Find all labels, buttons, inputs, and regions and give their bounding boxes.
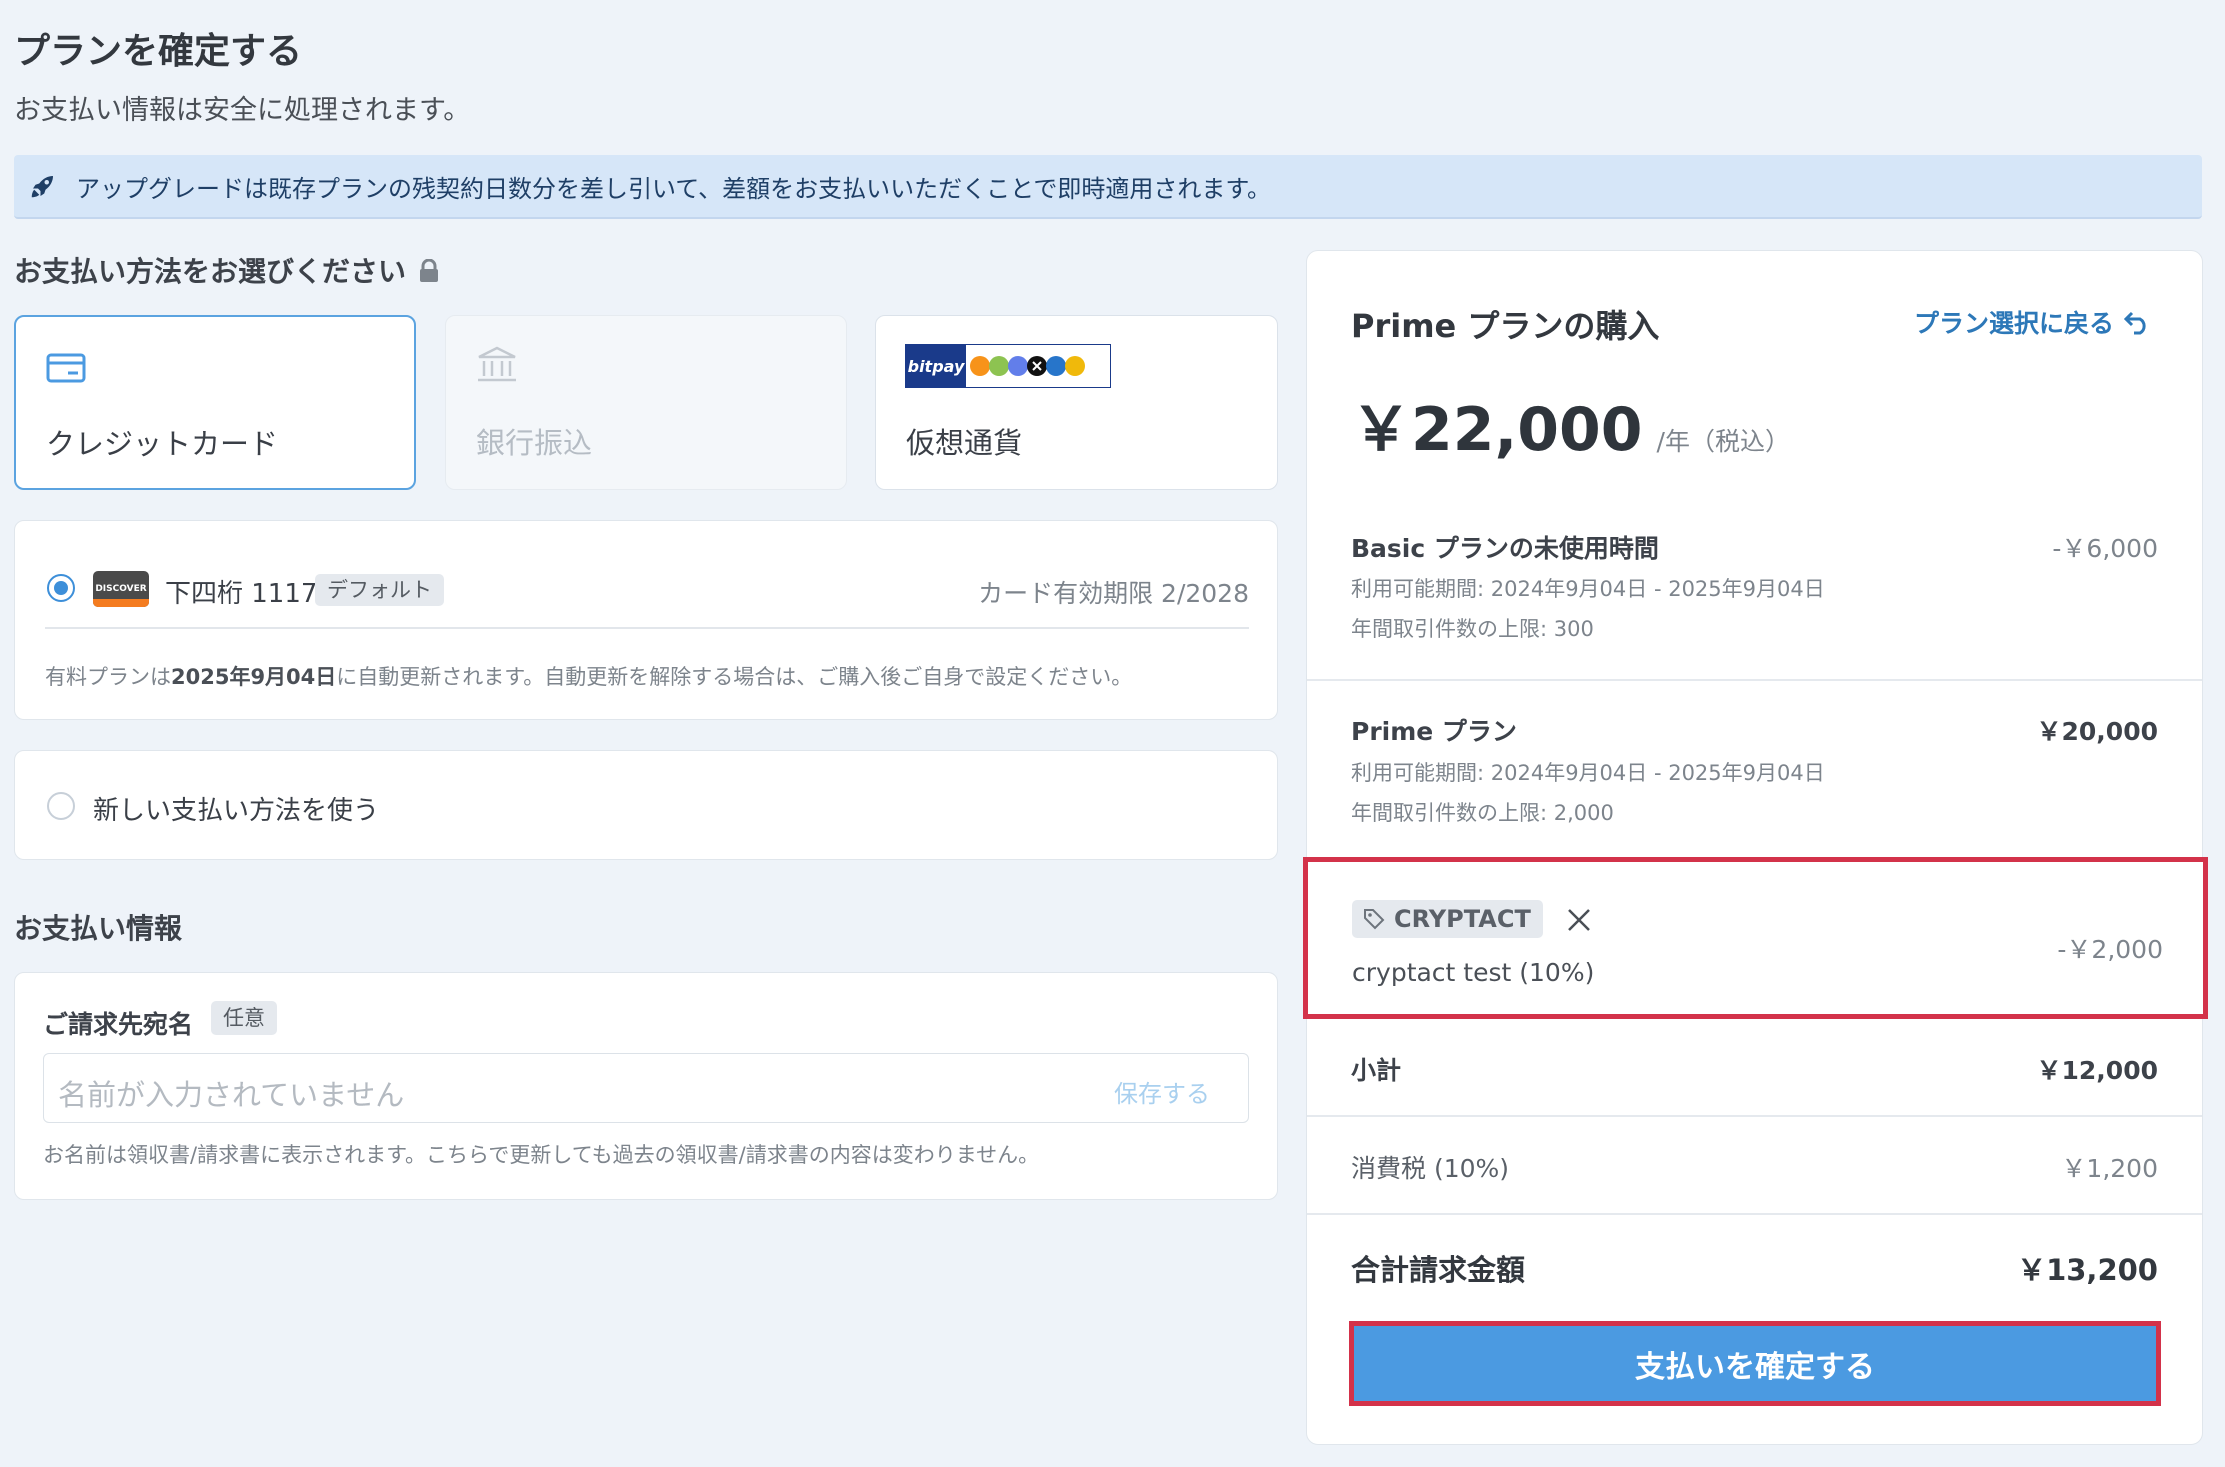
basic-unused-limit: 年間取引件数の上限: 300 [1351, 617, 1594, 641]
bank-icon [478, 346, 516, 382]
auto-renew-prefix: 有料プランは [45, 665, 171, 689]
prime-plan-name: Prime プラン [1351, 717, 1517, 746]
confirm-payment-button[interactable]: 支払いを確定する [1349, 1321, 2161, 1406]
tax-label: 消費税 (10%) [1351, 1154, 1510, 1183]
plan-price-amount: ￥22,000 [1351, 395, 1643, 465]
optional-badge: 任意 [211, 1001, 277, 1035]
page-subtitle: お支払い情報は安全に処理されます。 [14, 95, 471, 126]
saved-card-radio[interactable] [47, 574, 75, 602]
default-badge: デフォルト [315, 574, 444, 606]
subtotal-label: 小計 [1351, 1056, 1402, 1085]
payment-method-title-text: お支払い方法をお選びください [14, 255, 407, 288]
method-bank-transfer: 銀行振込 [445, 315, 847, 490]
notice-text: アップグレードは既存プランの残契約日数分を差し引いて、差額をお支払いいただくこと… [76, 174, 1271, 203]
card-brand: DISCOVER [95, 584, 147, 594]
billing-name-input[interactable]: 名前が入力されていません 保存する [43, 1053, 1249, 1123]
plan-price: ￥22,000 /年（税込） [1351, 381, 1790, 468]
billing-name-placeholder: 名前が入力されていません [58, 1078, 405, 1112]
coupon-amount: -￥2,000 [2057, 935, 2163, 964]
card-divider [45, 627, 1249, 629]
tag-icon [1364, 909, 1385, 930]
prime-plan-limit: 年間取引件数の上限: 2,000 [1351, 801, 1614, 825]
credit-card-icon [46, 353, 86, 383]
upgrade-notice: アップグレードは既存プランの残契約日数分を差し引いて、差額をお支払いいただくこと… [14, 155, 2202, 219]
billing-help-text: お名前は領収書/請求書に表示されます。こちらで更新しても過去の領収書/請求書の内… [43, 1143, 1040, 1167]
card-last4: 下四桁 1117 [165, 579, 318, 609]
method-crypto[interactable]: bitpay 仮想通貨 [875, 315, 1278, 490]
remove-coupon-icon[interactable] [1566, 907, 1592, 933]
summary-divider-2 [1307, 1115, 2202, 1117]
payment-method-section-title: お支払い方法をお選びください [14, 250, 440, 290]
method-credit-card-label: クレジットカード [46, 427, 279, 461]
bitpay-logo-text: bitpay [906, 345, 966, 387]
back-to-plans-link[interactable]: プラン選択に戻る [1914, 304, 2152, 340]
method-bank-transfer-label: 銀行振込 [476, 426, 593, 460]
basic-unused-name: Basic プランの未使用時間 [1351, 534, 1659, 563]
saved-card-panel: DISCOVER 下四桁 1117 デフォルト カード有効期限 2/2028 有… [14, 520, 1278, 720]
lock-icon [418, 257, 440, 282]
new-method-radio[interactable] [47, 792, 75, 820]
discover-card-icon: DISCOVER [93, 571, 149, 607]
coupon-tag: CRYPTACT [1352, 900, 1543, 938]
rocket-icon [31, 176, 53, 198]
coupon-code: CRYPTACT [1394, 905, 1531, 933]
back-to-plans-label: プラン選択に戻る [1913, 309, 2114, 338]
bitpay-logo: bitpay [905, 344, 1111, 388]
card-expiry: カード有効期限 2/2028 [978, 579, 1249, 608]
billing-field-label: ご請求先宛名 [43, 1010, 194, 1039]
coupon-description: cryptact test (10%) [1352, 958, 1595, 987]
auto-renew-date: 2025年9月04日 [171, 665, 337, 689]
order-summary-panel: Prime プランの購入 プラン選択に戻る ￥22,000 /年（税込） Bas… [1303, 250, 2208, 1445]
tax-amount: ￥1,200 [2061, 1154, 2158, 1183]
basic-unused-period: 利用可能期間: 2024年9月04日 - 2025年9月04日 [1351, 577, 1825, 601]
summary-title: Prime プランの購入 [1351, 307, 1660, 345]
basic-unused-amount: -￥6,000 [2052, 534, 2158, 563]
total-amount: ￥13,200 [2017, 1253, 2158, 1287]
auto-renew-suffix: に自動更新されます。自動更新を解除する場合は、ご購入後ご自身で設定ください。 [336, 665, 1133, 689]
prime-plan-period: 利用可能期間: 2024年9月04日 - 2025年9月04日 [1351, 761, 1825, 785]
summary-divider-1 [1307, 679, 2202, 681]
subtotal-amount: ￥12,000 [2036, 1056, 2158, 1085]
save-name-button[interactable]: 保存する [1114, 1074, 1210, 1109]
billing-section-title: お支払い情報 [14, 912, 183, 945]
prime-plan-amount: ￥20,000 [2036, 717, 2158, 746]
undo-arrow-icon [2124, 311, 2146, 335]
method-crypto-label: 仮想通貨 [906, 426, 1023, 460]
crypto-coins-icon [970, 356, 1085, 376]
auto-renew-note: 有料プランは2025年9月04日に自動更新されます。自動更新を解除する場合は、ご… [45, 661, 1132, 691]
billing-panel: ご請求先宛名 任意 名前が入力されていません 保存する お名前は領収書/請求書に… [14, 972, 1278, 1200]
total-label: 合計請求金額 [1351, 1253, 1526, 1287]
page-title: プランを確定する [14, 31, 303, 72]
coupon-row: CRYPTACT cryptact test (10%) -￥2,000 [1303, 857, 2208, 1019]
new-method-label: 新しい支払い方法を使う [93, 796, 380, 826]
summary-divider-3 [1307, 1213, 2202, 1215]
method-credit-card[interactable]: クレジットカード [14, 315, 416, 490]
plan-price-unit: /年（税込） [1656, 427, 1790, 456]
new-method-panel[interactable]: 新しい支払い方法を使う [14, 750, 1278, 860]
